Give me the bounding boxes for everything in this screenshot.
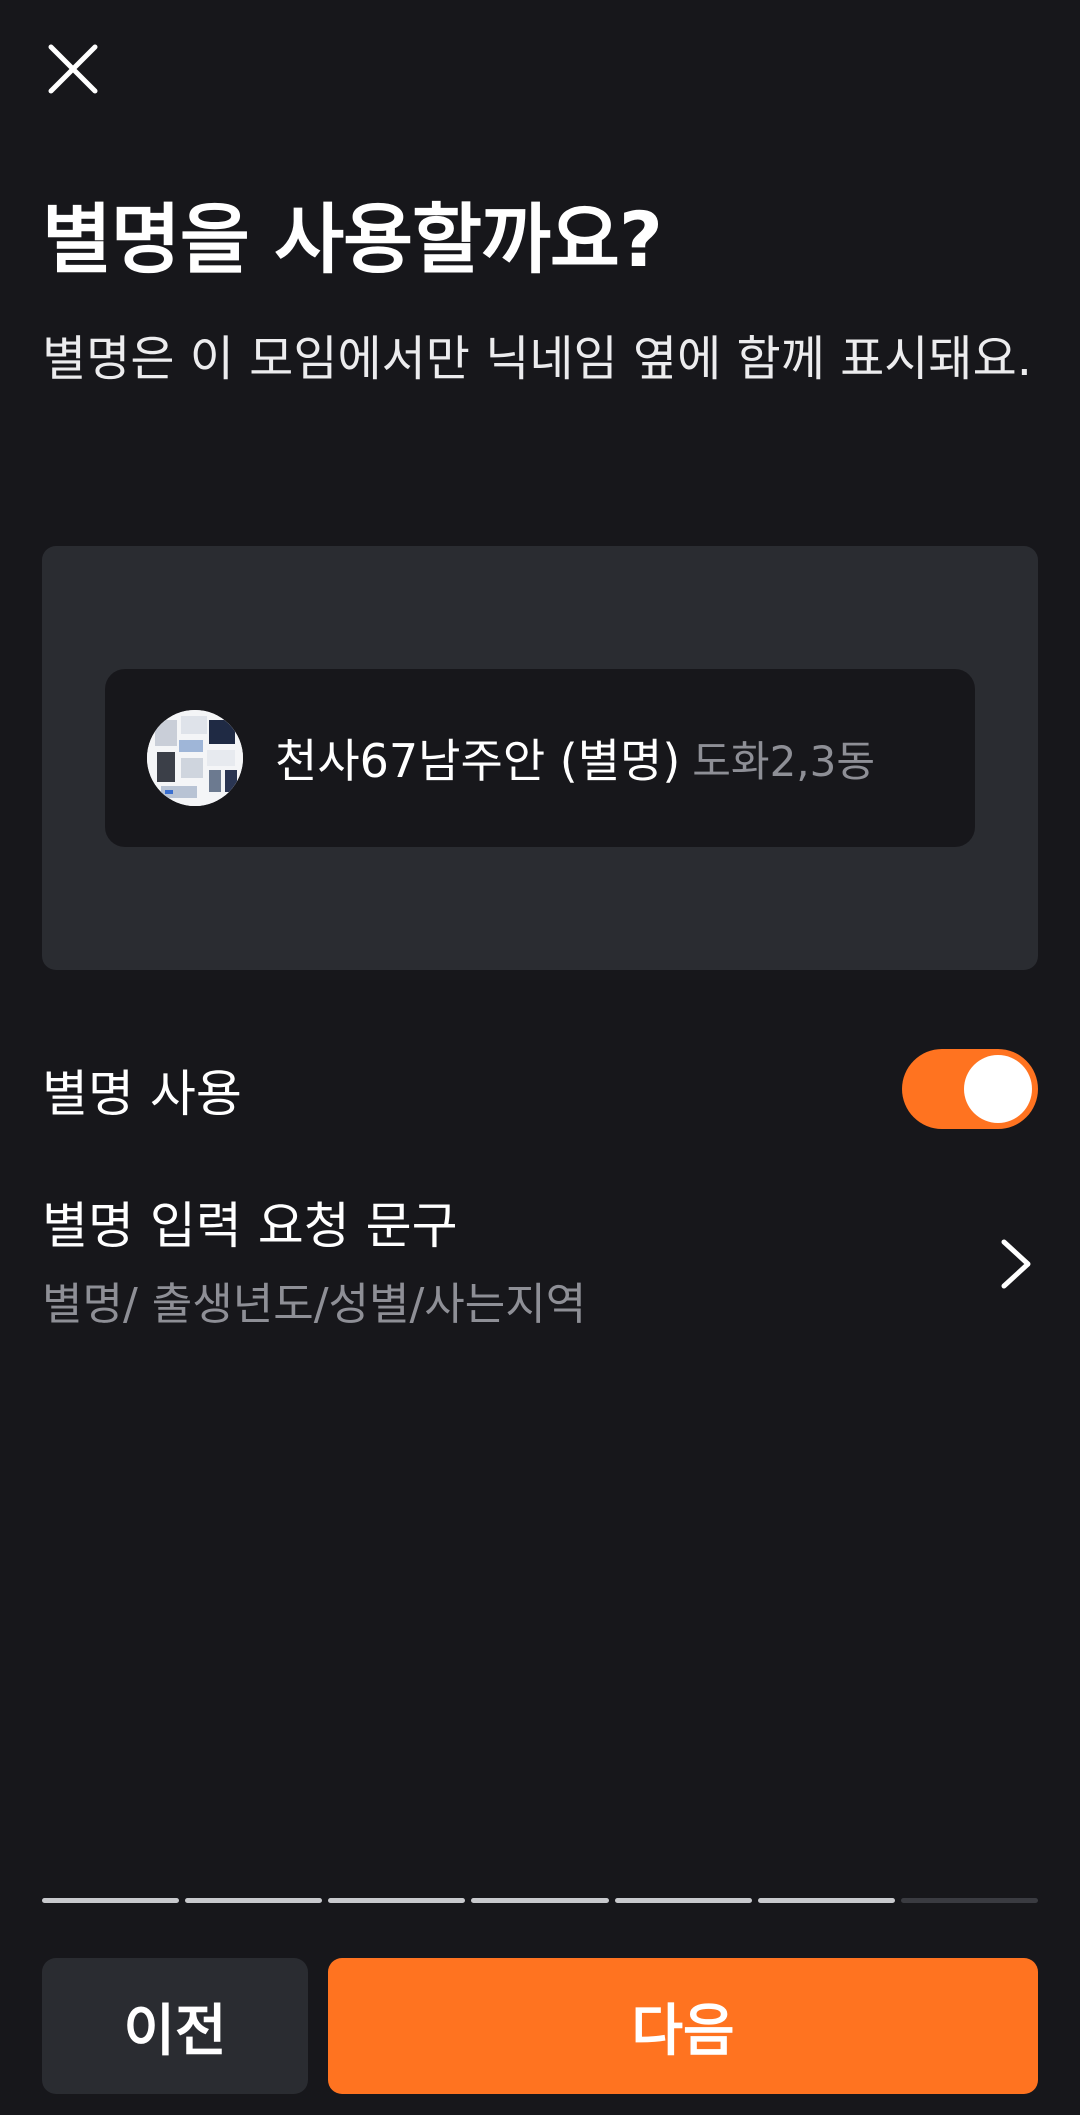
- request-phrase-value: 별명/ 출생년도/성별/사는지역: [42, 1279, 587, 1330]
- page-subtitle: 별명은 이 모임에서만 닉네임 옆에 함께 표시돼요.: [42, 331, 1033, 387]
- progress-segment: [185, 1898, 323, 1903]
- progress-segment: [471, 1898, 609, 1903]
- request-phrase-row[interactable]: 별명 입력 요청 문구 별명/ 출생년도/성별/사는지역: [0, 1180, 1080, 1330]
- preview-nickname: 천사67남주안 (별명): [275, 734, 681, 788]
- chevron-right-icon: [1001, 1239, 1031, 1289]
- preview-region: 도화2,3동: [692, 736, 876, 786]
- close-button[interactable]: [42, 38, 104, 100]
- progress-segment: [614, 1898, 752, 1903]
- close-icon: [48, 44, 98, 94]
- nickname-setup-screen: 별명을 사용할까요? 별명은 이 모임에서만 닉네임 옆에 함께 표시돼요. 천…: [0, 0, 1080, 2115]
- progress-segment: [328, 1898, 466, 1903]
- request-phrase-label: 별명 입력 요청 문구: [42, 1197, 458, 1255]
- progress-segment: [42, 1898, 180, 1903]
- nickname-toggle[interactable]: [902, 1049, 1038, 1129]
- next-button[interactable]: 다음: [328, 1958, 1038, 2094]
- step-progress-bar: [42, 1898, 1038, 1904]
- progress-segment: [757, 1898, 895, 1903]
- progress-segment: [900, 1898, 1038, 1903]
- avatar: [147, 710, 243, 806]
- nickname-toggle-label: 별명 사용: [42, 1065, 242, 1123]
- page-title: 별명을 사용할까요?: [42, 195, 663, 284]
- prev-button[interactable]: 이전: [42, 1958, 308, 2094]
- toggle-knob: [964, 1055, 1032, 1123]
- nickname-preview-card: 천사67남주안 (별명) 도화2,3동: [105, 669, 975, 847]
- avatar-thumbnail: [147, 710, 243, 806]
